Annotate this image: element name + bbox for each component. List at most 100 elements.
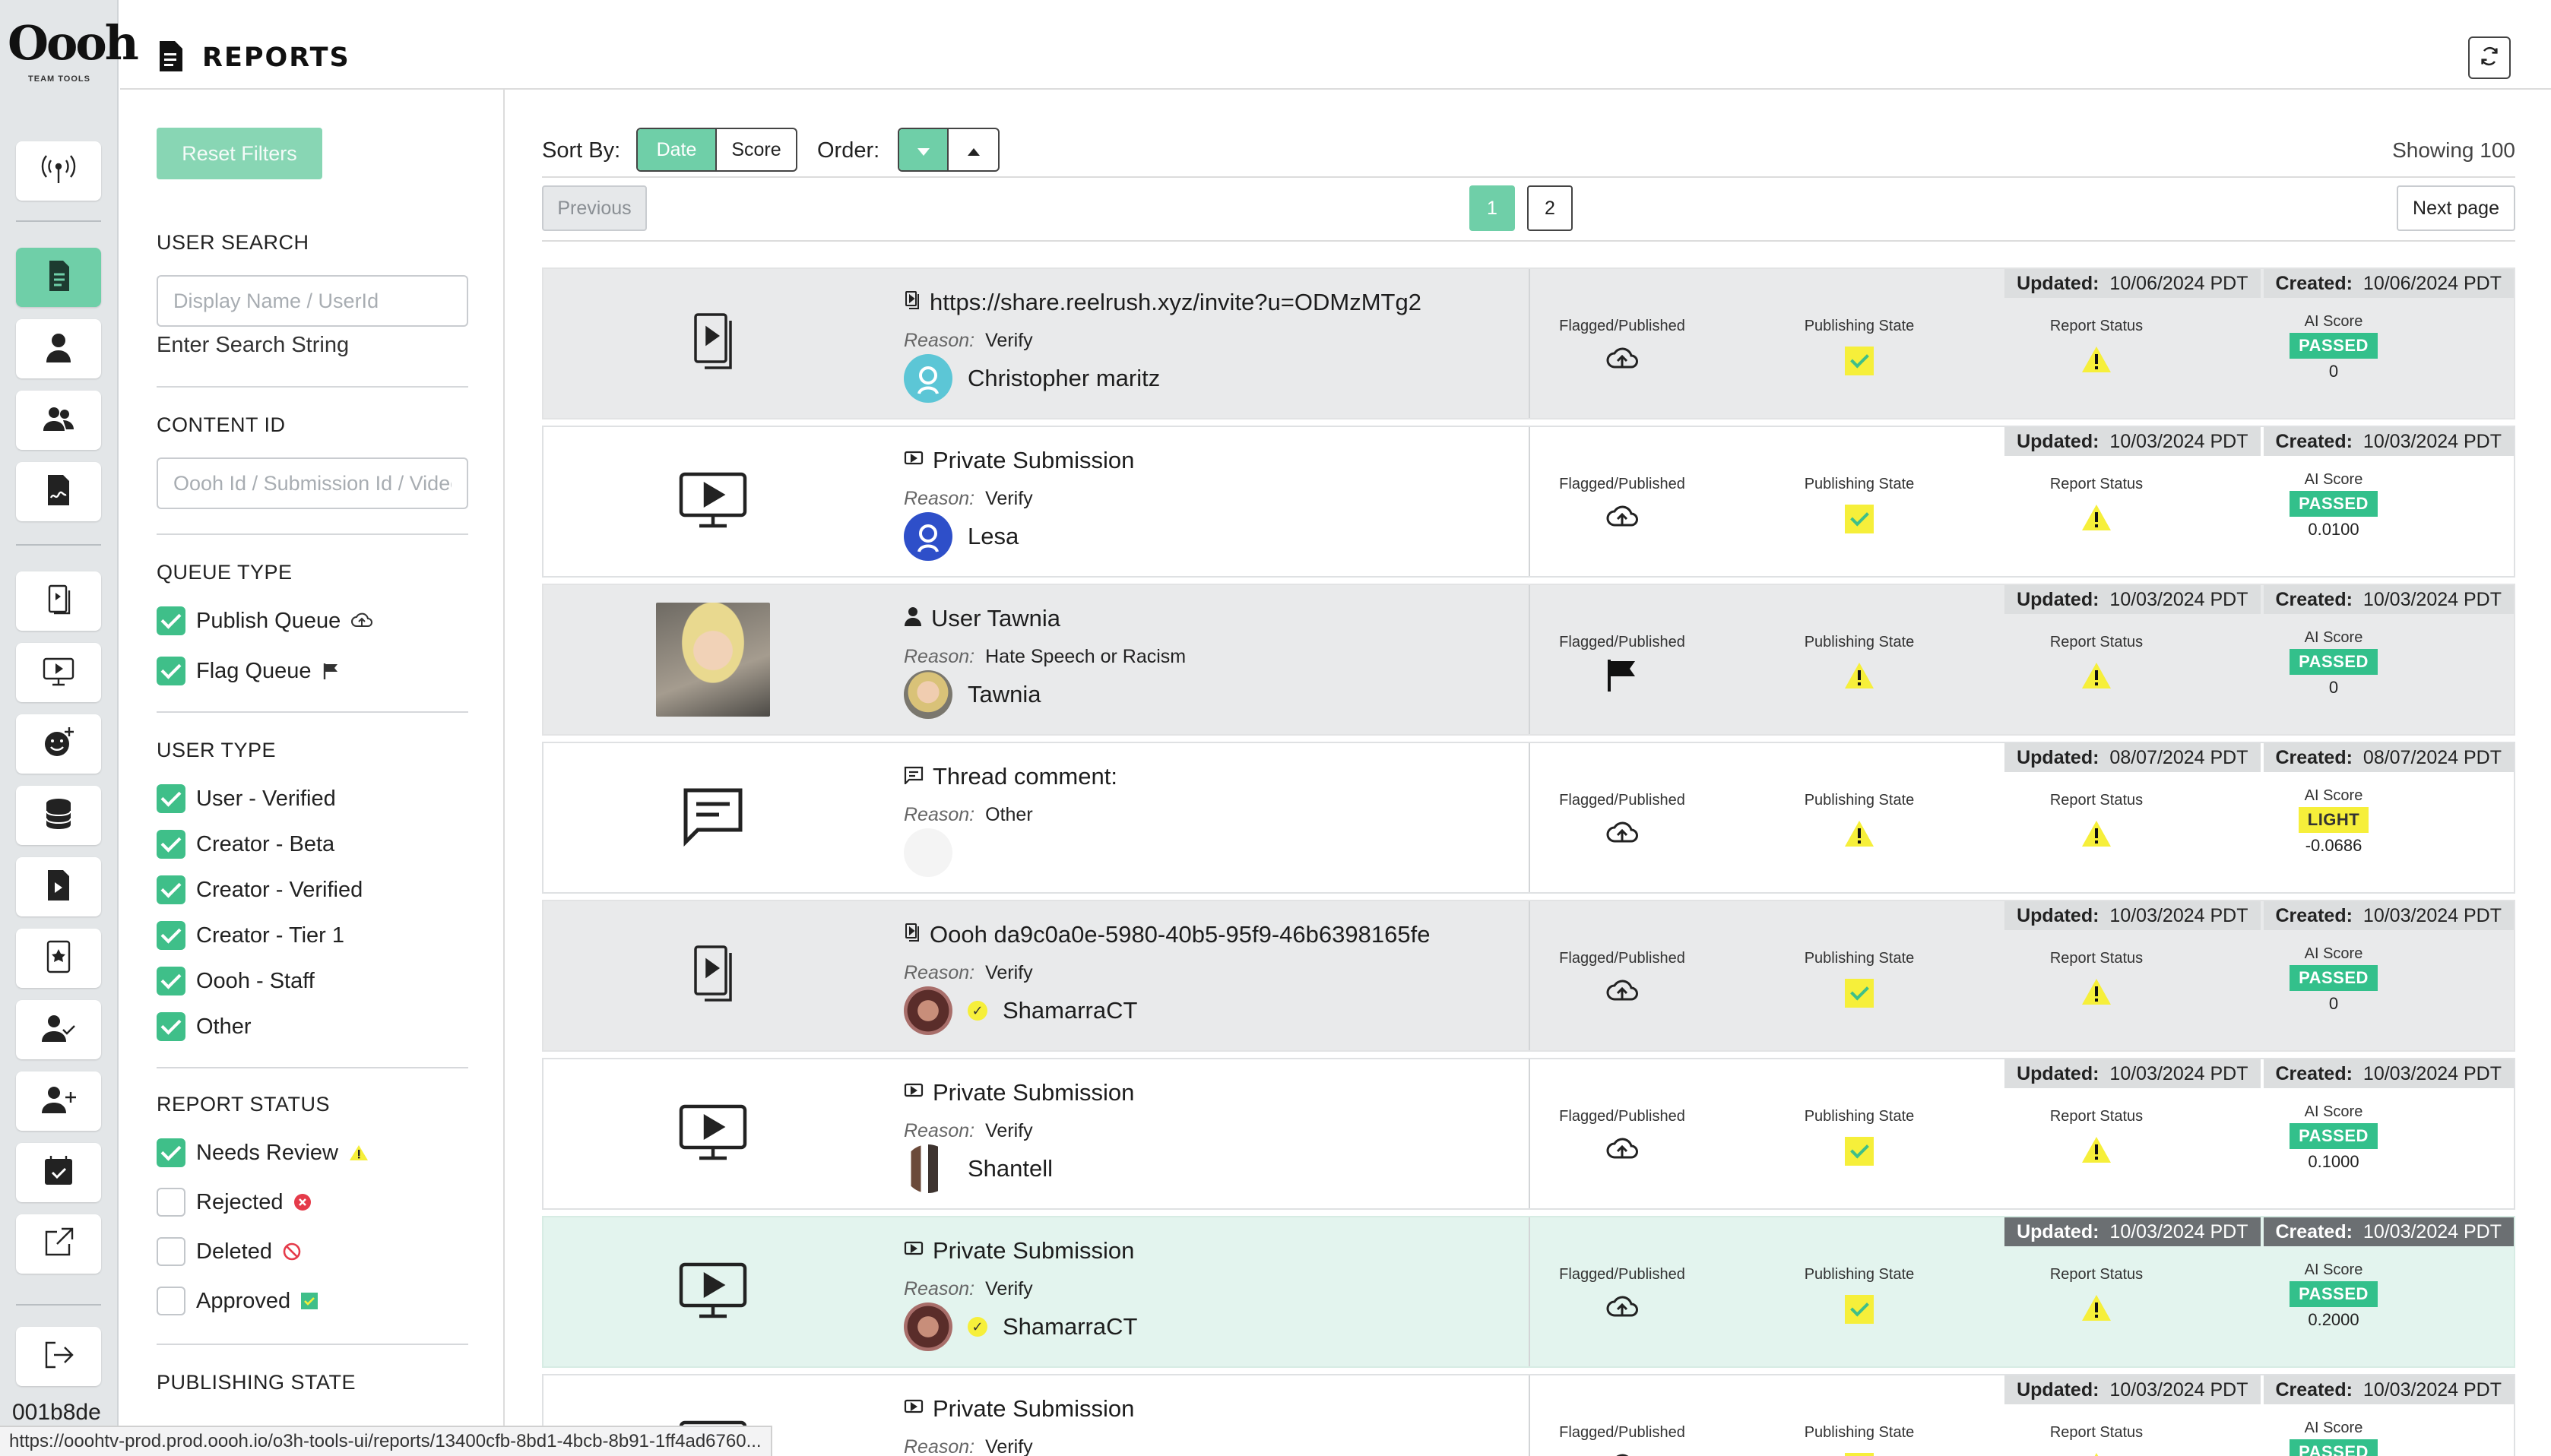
report-card[interactable]: Private Submission Reason: Verify Lesa Updat… <box>542 426 2515 578</box>
avatar[interactable] <box>904 354 952 403</box>
report-card[interactable]: Oooh da9c0a0e-5980-40b5-95f9-46b6398165f… <box>542 900 2515 1052</box>
avatar[interactable] <box>904 986 952 1035</box>
report-thumbnail[interactable] <box>543 585 883 734</box>
filter-option[interactable]: Publish Queue <box>157 606 373 635</box>
checkbox[interactable] <box>157 921 185 950</box>
report-user[interactable]: Tawnia <box>904 670 1041 719</box>
report-card[interactable]: Private Submission Reason: Verify Updated: 1… <box>542 1374 2515 1456</box>
filter-option[interactable]: Approved <box>157 1287 318 1315</box>
created-value: 10/03/2024 PDT <box>2362 430 2502 452</box>
page-1-button[interactable]: 1 <box>1469 185 1515 231</box>
rail-button-antenna[interactable] <box>16 141 101 201</box>
filter-option[interactable]: Creator - Beta <box>157 830 334 859</box>
report-title[interactable]: Private Submission <box>904 447 1134 474</box>
avatar[interactable] <box>904 512 952 561</box>
order-desc-button[interactable] <box>899 129 949 170</box>
rail-button-user-plus[interactable] <box>16 1071 101 1131</box>
rail-button-user[interactable] <box>16 319 101 378</box>
user-search-input[interactable] <box>157 275 468 327</box>
rail-button-badge[interactable] <box>16 929 101 988</box>
created-date: Created: 10/03/2024 PDT <box>2263 427 2514 456</box>
reason-value: Verify <box>985 1120 1033 1141</box>
report-title[interactable]: Thread comment: <box>904 763 1117 790</box>
rail-button-database[interactable] <box>16 786 101 845</box>
report-thumbnail[interactable] <box>543 901 883 1050</box>
report-thumbnail[interactable] <box>543 1059 883 1208</box>
filter-option[interactable]: Oooh - Staff <box>157 967 315 995</box>
next-page-button[interactable]: Next page <box>2397 185 2515 231</box>
checkbox[interactable] <box>157 967 185 995</box>
report-user[interactable]: ✓ ShamarraCT <box>904 986 1137 1035</box>
app-logo[interactable]: Oooh <box>8 20 139 67</box>
checkbox[interactable] <box>157 784 185 813</box>
report-user[interactable]: ✓ ShamarraCT <box>904 1302 1137 1351</box>
filter-option[interactable]: Other <box>157 1012 252 1041</box>
checkbox[interactable] <box>157 1237 185 1266</box>
report-title[interactable]: User Tawnia <box>904 605 1060 632</box>
reset-filters-button[interactable]: Reset Filters <box>157 128 322 179</box>
filter-option[interactable]: Deleted <box>157 1237 301 1266</box>
report-thumbnail[interactable] <box>543 743 883 892</box>
updated-value: 10/06/2024 PDT <box>2109 272 2248 294</box>
filter-option-label: Deleted <box>196 1239 272 1264</box>
report-user[interactable]: Christopher maritz <box>904 354 1160 403</box>
checkbox[interactable] <box>157 830 185 859</box>
filter-option[interactable]: Creator - Tier 1 <box>157 921 344 950</box>
report-title[interactable]: Private Submission <box>904 1237 1134 1265</box>
report-thumbnail[interactable] <box>543 1217 883 1366</box>
rail-button-user-check[interactable] <box>16 1000 101 1059</box>
report-thumbnail-image[interactable] <box>656 603 770 717</box>
sort-score-button[interactable]: Score <box>717 129 796 170</box>
avatar[interactable] <box>904 828 952 877</box>
content-id-input[interactable] <box>157 457 468 509</box>
rail-button-reports[interactable] <box>16 248 101 307</box>
report-user[interactable]: Shantell <box>904 1144 1053 1193</box>
filter-option[interactable]: Flag Queue <box>157 657 339 685</box>
report-thumbnail[interactable] <box>543 427 883 576</box>
refresh-button[interactable] <box>2468 36 2511 79</box>
created-date: Created: 10/06/2024 PDT <box>2263 269 2514 298</box>
report-title[interactable]: Private Submission <box>904 1079 1134 1106</box>
rail-button-file-video[interactable] <box>16 857 101 916</box>
stat-label: Flagged/Published <box>1559 1424 1685 1441</box>
rail-button-video[interactable] <box>16 643 101 702</box>
emoji-add-icon <box>40 724 77 764</box>
previous-page-button[interactable]: Previous <box>542 185 647 231</box>
report-card[interactable]: Private Submission Reason: Verify ✓ Shamarra… <box>542 1216 2515 1368</box>
report-card[interactable]: Thread comment: Reason: Other Updated: 08/07… <box>542 742 2515 894</box>
rail-button-emoji-add[interactable] <box>16 714 101 774</box>
avatar[interactable] <box>904 1144 952 1193</box>
report-user[interactable]: Lesa <box>904 512 1019 561</box>
checkbox[interactable] <box>157 1012 185 1041</box>
rail-button-external-link[interactable] <box>16 1214 101 1274</box>
report-card[interactable]: https://share.reelrush.xyz/invite?u=ODMz… <box>542 267 2515 419</box>
check-icon <box>1845 1295 1874 1324</box>
rail-button-users[interactable] <box>16 391 101 450</box>
rail-button-logout[interactable] <box>16 1327 101 1386</box>
report-card[interactable]: User Tawnia Reason: Hate Speech or Racism T… <box>542 584 2515 736</box>
checkbox[interactable] <box>157 606 185 635</box>
avatar[interactable] <box>904 670 952 719</box>
filter-option[interactable]: Rejected <box>157 1188 312 1217</box>
rail-button-calendar-check[interactable] <box>16 1143 101 1202</box>
rail-button-content[interactable] <box>16 571 101 631</box>
sort-date-button[interactable]: Date <box>638 129 717 170</box>
filter-option[interactable]: Needs Review <box>157 1138 369 1167</box>
report-title[interactable]: https://share.reelrush.xyz/invite?u=ODMz… <box>904 289 1421 316</box>
report-card[interactable]: Private Submission Reason: Verify Shantell U… <box>542 1058 2515 1210</box>
report-title[interactable]: Private Submission <box>904 1395 1134 1423</box>
filter-option[interactable]: Creator - Verified <box>157 875 363 904</box>
filter-option[interactable]: User - Verified <box>157 784 336 813</box>
report-title[interactable]: Oooh da9c0a0e-5980-40b5-95f9-46b6398165f… <box>904 921 1430 948</box>
page-2-button[interactable]: 2 <box>1527 185 1573 231</box>
report-user[interactable] <box>904 828 968 877</box>
avatar[interactable] <box>904 1302 952 1351</box>
rail-button-signature[interactable] <box>16 462 101 521</box>
checkbox[interactable] <box>157 1138 185 1167</box>
checkbox[interactable] <box>157 657 185 685</box>
order-asc-button[interactable] <box>949 129 998 170</box>
checkbox[interactable] <box>157 875 185 904</box>
checkbox[interactable] <box>157 1287 185 1315</box>
checkbox[interactable] <box>157 1188 185 1217</box>
report-thumbnail[interactable] <box>543 269 883 418</box>
